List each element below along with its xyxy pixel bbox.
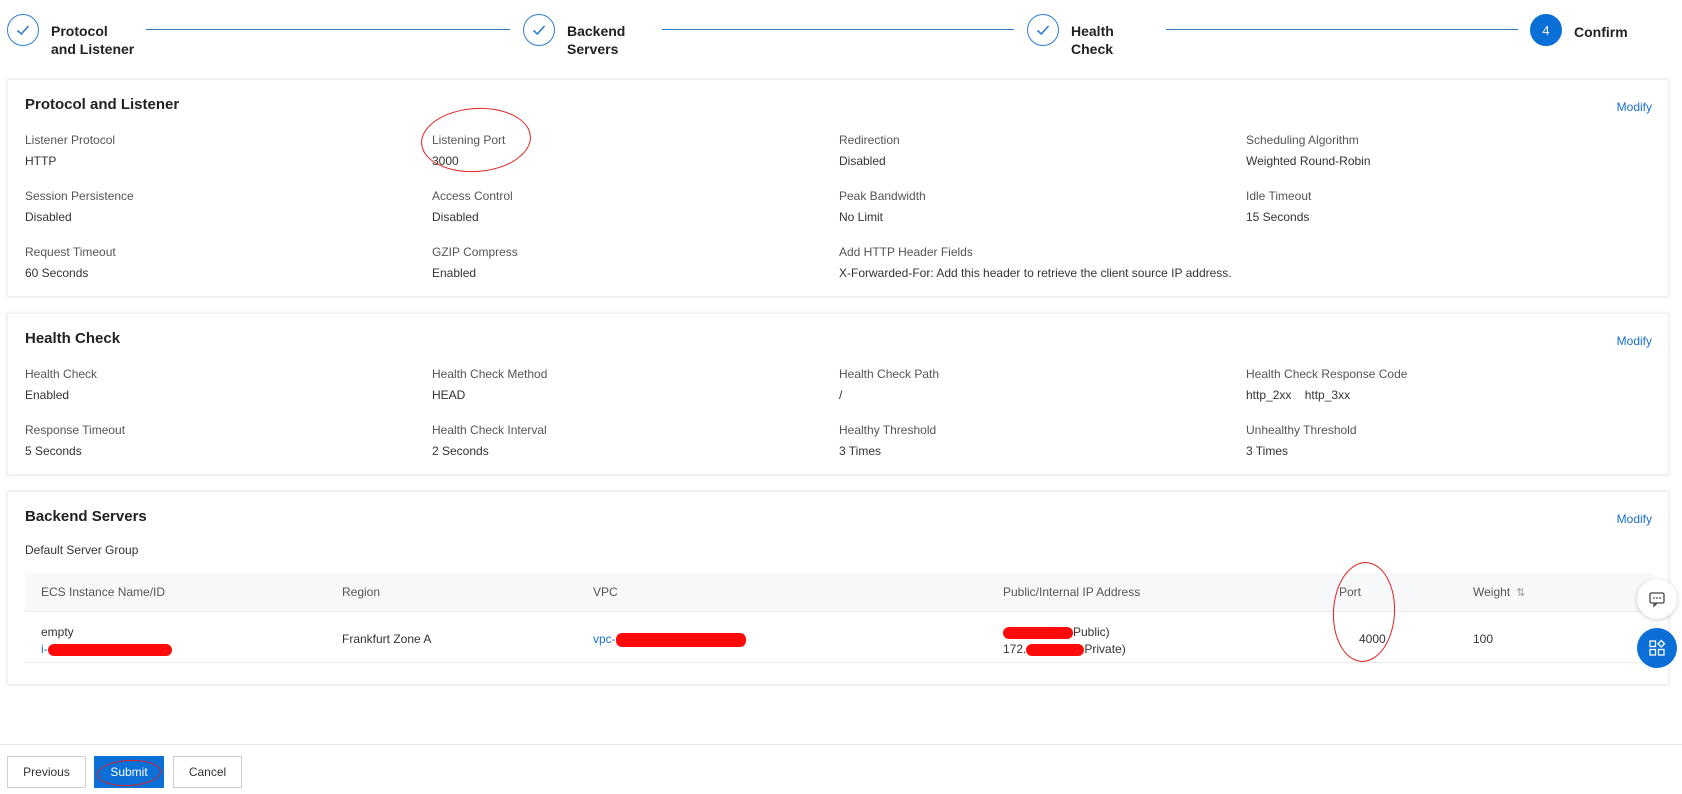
check-icon: [1027, 14, 1059, 46]
cancel-button[interactable]: Cancel: [173, 756, 242, 788]
redaction-mark: [615, 632, 746, 647]
step-label: Health Check: [1071, 23, 1114, 57]
step-health-check: Health Check: [1027, 14, 1181, 58]
card-title: Health Check: [25, 330, 121, 347]
step-protocol-listener: Protocol and Listener: [7, 14, 161, 58]
field-gzip-compress: GZIP Compress Enabled: [432, 245, 518, 280]
step-label: Protocol and Listener: [51, 23, 135, 57]
column-header-weight[interactable]: Weight ⇅: [1473, 585, 1525, 599]
step-backend-servers: Backend Servers: [523, 14, 677, 58]
field-health-check: Health Check Enabled: [25, 367, 98, 402]
step-label: Backend Servers: [567, 23, 626, 57]
sort-icon[interactable]: ⇅: [1516, 587, 1525, 599]
column-header-instance: ECS Instance Name/ID: [41, 585, 166, 599]
column-header-region: Region: [342, 585, 381, 599]
field-listener-protocol: Listener Protocol HTTP: [25, 133, 116, 168]
modify-health-check-link[interactable]: Modify: [1617, 334, 1652, 348]
field-healthy-threshold: Healthy Threshold 3 Times: [839, 423, 937, 458]
cell-region: Frankfurt Zone A: [342, 632, 432, 646]
field-response-timeout: Response Timeout 5 Seconds: [25, 423, 126, 458]
footer-action-bar: Previous Submit Cancel: [0, 744, 1682, 794]
field-health-check-interval: Health Check Interval 2 Seconds: [432, 423, 547, 458]
field-http-header: Add HTTP Header Fields X-Forwarded-For: …: [839, 245, 1232, 280]
cell-ip-address: Public) 172. Private): [1003, 625, 1126, 656]
instance-id-link[interactable]: i-: [41, 641, 172, 658]
backend-servers-card: Backend Servers Modify Default Server Gr…: [7, 491, 1669, 685]
instance-name: empty: [41, 625, 74, 639]
cell-instance: empty i-: [41, 624, 172, 658]
card-title: Protocol and Listener: [25, 96, 180, 113]
step-number: 4: [1530, 14, 1562, 46]
field-access-control: Access Control Disabled: [432, 189, 513, 224]
redaction-mark: [47, 643, 172, 656]
redaction-mark: [1003, 626, 1073, 639]
health-check-card: Health Check Modify Health Check Enabled…: [7, 313, 1669, 475]
step-connector: [146, 29, 510, 30]
field-scheduling-algorithm: Scheduling Algorithm Weighted Round-Robi…: [1246, 133, 1371, 168]
cell-weight: 100: [1473, 632, 1494, 646]
protocol-listener-card: Protocol and Listener Modify Listener Pr…: [7, 79, 1669, 297]
field-health-check-method: Health Check Method HEAD: [432, 367, 548, 402]
cell-port: 4000: [1359, 632, 1386, 646]
check-icon: [7, 14, 39, 46]
column-header-port: Port: [1339, 585, 1362, 599]
redaction-mark: [1026, 643, 1085, 656]
modify-backend-link[interactable]: Modify: [1617, 512, 1652, 526]
server-group-label: Default Server Group: [25, 543, 139, 557]
field-session-persistence: Session Persistence Disabled: [25, 189, 134, 224]
step-label: Confirm: [1574, 24, 1628, 40]
modify-protocol-link[interactable]: Modify: [1617, 100, 1652, 114]
field-peak-bandwidth: Peak Bandwidth No Limit: [839, 189, 926, 224]
apps-grid-icon[interactable]: [1637, 628, 1677, 668]
field-health-check-path: Health Check Path /: [839, 367, 940, 402]
step-connector: [1166, 29, 1518, 30]
step-confirm: 4 Confirm: [1530, 14, 1682, 46]
previous-button[interactable]: Previous: [7, 756, 86, 788]
field-request-timeout: Request Timeout 60 Seconds: [25, 245, 116, 280]
vpc-link[interactable]: vpc-: [593, 632, 746, 647]
field-unhealthy-threshold: Unhealthy Threshold 3 Times: [1246, 423, 1357, 458]
table-header: ECS Instance Name/ID Region VPC Public/I…: [25, 573, 1653, 611]
check-icon: [523, 14, 555, 46]
step-connector: [662, 29, 1014, 30]
table-row: empty i- Frankfurt Zone A vpc- Public) 1…: [25, 611, 1653, 663]
column-header-ip-address: Public/Internal IP Address: [1003, 585, 1141, 599]
column-header-vpc: VPC: [593, 585, 618, 599]
field-listening-port: Listening Port 3000: [432, 133, 506, 168]
field-redirection: Redirection Disabled: [839, 133, 900, 168]
chat-icon[interactable]: [1637, 579, 1677, 619]
wizard-stepper: Protocol and Listener Backend Servers He…: [0, 0, 1682, 70]
field-idle-timeout: Idle Timeout 15 Seconds: [1246, 189, 1312, 224]
submit-button[interactable]: Submit: [94, 756, 164, 788]
field-health-check-response-code: Health Check Response Code http_2xx http…: [1246, 367, 1408, 402]
card-title: Backend Servers: [25, 508, 147, 525]
